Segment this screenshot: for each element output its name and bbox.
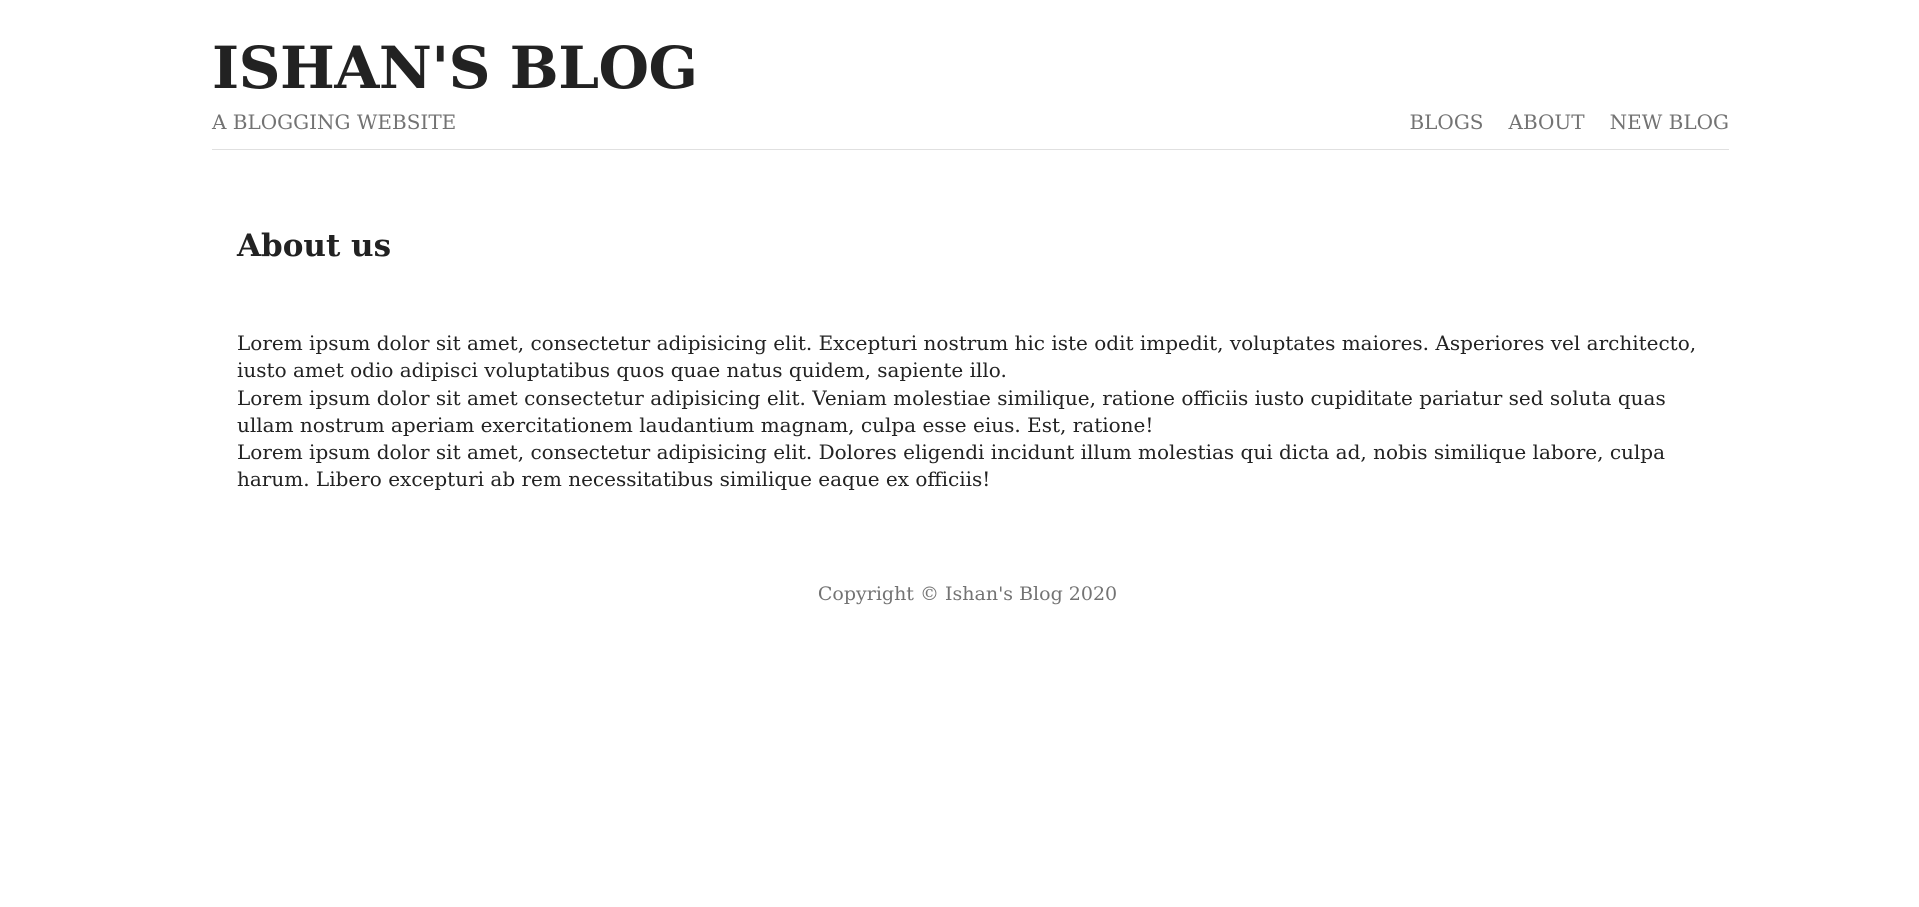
about-paragraph: Lorem ipsum dolor sit amet, consectetur … — [237, 440, 1666, 492]
site-tagline: A BLOGGING WEBSITE — [212, 110, 457, 134]
about-paragraph: Lorem ipsum dolor sit amet consectetur a… — [237, 385, 1666, 437]
page-title: About us — [237, 228, 392, 264]
nav-link-new-blog[interactable]: NEW BLOG — [1610, 108, 1729, 136]
site-title[interactable]: ISHAN'S BLOG — [212, 28, 698, 108]
page: ISHAN'S BLOG A BLOGGING WEBSITE BLOGS AB… — [0, 0, 1919, 907]
nav-link-about[interactable]: ABOUT — [1509, 108, 1585, 136]
nav-link-blogs[interactable]: BLOGS — [1409, 108, 1483, 136]
about-paragraph: Lorem ipsum dolor sit amet, consectetur … — [237, 331, 1697, 383]
about-content: About us Lorem ipsum dolor sit amet, con… — [237, 222, 1717, 494]
about-text: Lorem ipsum dolor sit amet, consectetur … — [237, 330, 1717, 494]
copyright-text: Copyright © Ishan's Blog 2020 — [817, 583, 1118, 605]
main-nav: BLOGS ABOUT NEW BLOG — [1409, 108, 1729, 136]
site-header: ISHAN'S BLOG A BLOGGING WEBSITE BLOGS AB… — [212, 0, 1729, 150]
site-footer: Copyright © Ishan's Blog 2020 — [0, 580, 1919, 608]
